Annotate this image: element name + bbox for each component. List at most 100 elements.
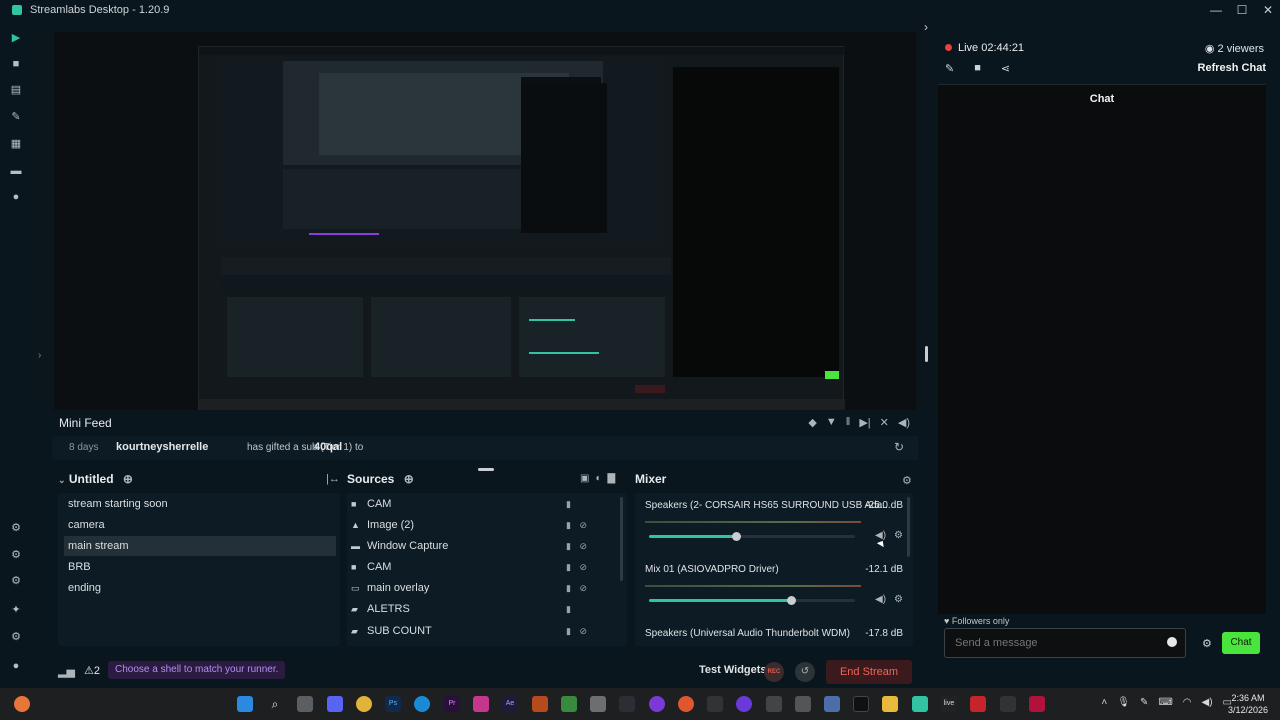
tiktok-icon[interactable]	[853, 696, 869, 712]
eye-off-icon[interactable]: ⊘	[579, 621, 587, 641]
search-icon[interactable]: ⌕	[267, 696, 283, 712]
mixer-scrollbar[interactable]	[907, 497, 910, 557]
settings-icon[interactable]: ⚙	[10, 631, 22, 643]
scene-item-selected[interactable]: main stream	[64, 536, 336, 556]
sources-scrollbar[interactable]	[620, 497, 623, 581]
feed-resize-handle[interactable]	[478, 468, 494, 471]
instagram-icon[interactable]	[473, 696, 489, 712]
lock-icon[interactable]: ▮	[566, 578, 571, 598]
source-item[interactable]: ▭ main overlay ▮ ⊘	[351, 578, 617, 598]
app-icon[interactable]	[736, 696, 752, 712]
scene-item[interactable]: ending	[64, 578, 336, 598]
chat-resize-handle[interactable]	[925, 346, 928, 362]
app-icon[interactable]	[678, 696, 694, 712]
chat-input-box[interactable]	[944, 628, 1186, 658]
minimize-button[interactable]: —	[1210, 3, 1222, 17]
chevron-up-icon[interactable]: ˄	[1101, 697, 1107, 708]
app-2-icon[interactable]: ⚙	[10, 549, 22, 561]
network-icon[interactable]: ◠	[1183, 697, 1192, 708]
collapse-chat-icon[interactable]: ›	[924, 20, 928, 34]
add-source-icon[interactable]: ⊕	[404, 472, 414, 486]
stats-icon[interactable]: ▂▅	[58, 665, 75, 678]
premiere-icon[interactable]: Pr	[444, 696, 460, 712]
end-stream-button[interactable]: End Stream	[826, 660, 912, 684]
chevron-right-icon[interactable]: ›	[38, 350, 41, 361]
lock-icon[interactable]: ▮	[566, 621, 571, 641]
chat-send-button[interactable]: Chat	[1222, 632, 1260, 654]
gear-icon[interactable]: ⚙	[894, 530, 903, 541]
app-icon[interactable]	[766, 696, 782, 712]
add-scene-icon[interactable]: ⊕	[123, 472, 133, 486]
app-icon[interactable]	[561, 696, 577, 712]
toggle-icon[interactable]: ◐	[595, 473, 601, 484]
shield-icon[interactable]: ◆	[808, 416, 816, 429]
edge-icon[interactable]	[414, 696, 430, 712]
app-icon[interactable]	[619, 696, 635, 712]
lock-icon[interactable]: ▮	[566, 599, 571, 619]
stream-preview[interactable]	[54, 32, 916, 418]
pause-icon[interactable]: ‖	[846, 416, 851, 429]
volume-slider[interactable]	[649, 532, 855, 541]
microphone-icon[interactable]: 🎙	[1117, 697, 1130, 708]
volume-slider[interactable]	[649, 596, 855, 605]
app-icon[interactable]	[1029, 696, 1045, 712]
browser-icon[interactable]	[14, 696, 30, 712]
eye-off-icon[interactable]: ⊘	[579, 557, 587, 577]
app-3-icon[interactable]: ⚙	[10, 575, 22, 587]
video-icon[interactable]: ■	[974, 62, 981, 75]
sparkle-icon[interactable]: ✦	[10, 604, 22, 616]
pen-icon[interactable]: ✎	[1140, 697, 1148, 708]
app-icon[interactable]	[1000, 696, 1016, 712]
keyboard-icon[interactable]: ⌨	[1158, 697, 1172, 708]
lock-icon[interactable]: ▮	[566, 557, 571, 577]
after-effects-icon[interactable]: Ae	[502, 696, 518, 712]
source-item[interactable]: ■ CAM ▮	[351, 494, 617, 514]
chrome-icon[interactable]	[356, 696, 372, 712]
start-icon[interactable]	[237, 696, 253, 712]
test-widgets-button[interactable]: Test Widgets	[699, 664, 767, 676]
file-explorer-icon[interactable]	[882, 696, 898, 712]
source-item[interactable]: ▲ Image (2) ▮ ⊘	[351, 515, 617, 535]
lock-icon[interactable]: ▮	[566, 536, 571, 556]
share-icon[interactable]: ⋖	[1001, 62, 1010, 75]
dashboard-icon[interactable]: ■	[10, 58, 22, 70]
app-icon[interactable]	[590, 696, 606, 712]
mute-icon[interactable]: ✕	[880, 416, 889, 429]
record-button[interactable]: REC	[764, 662, 784, 682]
scene-collection-title[interactable]: Untitled	[69, 472, 114, 486]
edit-icon[interactable]: ✎	[945, 62, 954, 75]
studio-icon[interactable]: ▶	[10, 32, 22, 44]
media-icon[interactable]: ●	[10, 191, 22, 203]
skip-icon[interactable]: ▶|	[859, 416, 870, 429]
app-1-icon[interactable]: ⚙	[10, 522, 22, 534]
highlighter-icon[interactable]: ▬	[10, 165, 22, 177]
chat-settings-icon[interactable]: ⚙	[1202, 637, 1212, 650]
replay-buffer-icon[interactable]: ↺	[795, 662, 815, 682]
app-icon[interactable]	[795, 696, 811, 712]
eye-off-icon[interactable]: ⊘	[579, 578, 587, 598]
source-item[interactable]: ■ CAM ▮ ⊘	[351, 557, 617, 577]
refresh-chat-button[interactable]: Refresh Chat	[1198, 62, 1266, 74]
folder-add-icon[interactable]: ▇	[608, 473, 616, 484]
volume-icon[interactable]: ◀)	[898, 416, 910, 429]
lock-icon[interactable]: ▮	[566, 515, 571, 535]
event-target[interactable]: 40qal	[314, 441, 342, 453]
scene-item[interactable]: camera	[64, 515, 336, 535]
profile-icon[interactable]: ●	[10, 660, 22, 672]
source-item[interactable]: ▰ SUB COUNT ▮ ⊘	[351, 621, 617, 641]
chat-message-input[interactable]	[955, 635, 1155, 651]
eye-off-icon[interactable]: ⊘	[579, 515, 587, 535]
lock-icon[interactable]: ▮	[566, 494, 571, 514]
app-icon[interactable]	[707, 696, 723, 712]
gear-icon[interactable]: ⚙	[894, 594, 903, 605]
warning-count[interactable]: ⚠2	[84, 664, 100, 677]
scene-item[interactable]: BRB	[64, 557, 336, 577]
scene-item[interactable]: stream starting soon	[64, 494, 336, 514]
event-user[interactable]: kourtneysherrelle	[116, 441, 208, 453]
library-icon[interactable]: ▤	[10, 84, 22, 96]
clock[interactable]: 2:36 AM 3/12/2026	[1228, 692, 1268, 716]
mixer-settings-icon[interactable]: ⚙	[902, 474, 912, 487]
streamlabs-taskbar-icon[interactable]	[912, 696, 928, 712]
live-app-icon[interactable]: live	[941, 696, 957, 712]
collapse-icon[interactable]: |↔	[326, 473, 340, 485]
